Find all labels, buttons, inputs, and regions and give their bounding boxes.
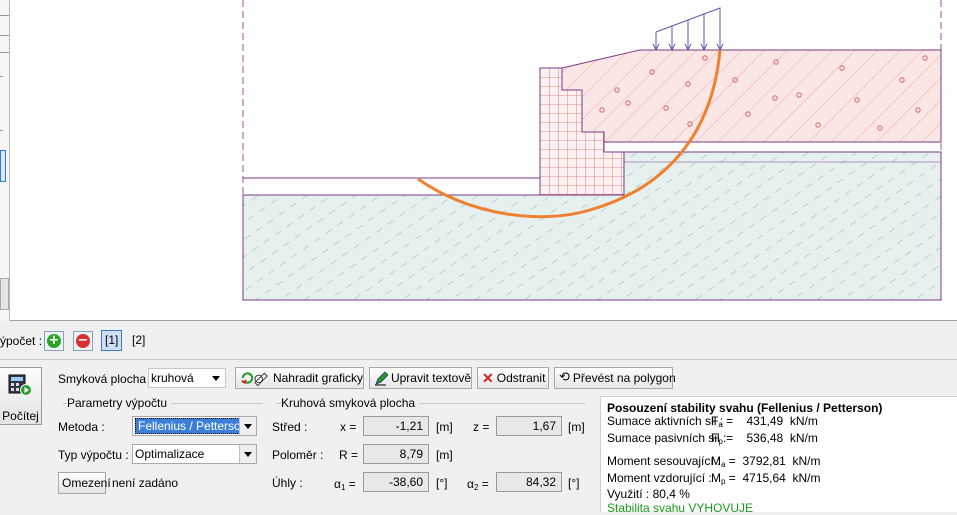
- remove-button[interactable]: ✕ Odstranit: [477, 367, 549, 389]
- stage-tab-2[interactable]: [2]: [128, 330, 149, 351]
- sliding-moment-row: Moment sesouvající :Ma = 3792,81 kN/m: [607, 455, 951, 472]
- remove-stage-button[interactable]: −: [73, 331, 93, 351]
- replace-graphically-label: Nahradit graficky: [273, 368, 363, 388]
- r-unit: [m]: [436, 448, 453, 462]
- edit-text-label: Upravit textově: [391, 368, 471, 388]
- r-label: R =: [339, 448, 358, 462]
- stability-verdict: Stabilita svahu VYHOVUJE: [607, 502, 951, 515]
- z-unit: [m]: [568, 420, 585, 434]
- alpha1-field[interactable]: -38,60: [363, 472, 429, 492]
- red-x-icon: ✕: [482, 371, 494, 385]
- z-label: z =: [473, 420, 489, 434]
- center-label: Střed :: [272, 420, 307, 434]
- calc-params-group: Parametry výpočtu: [62, 403, 262, 404]
- upper-soil-layer: [562, 50, 941, 142]
- chevron-down-icon: [208, 369, 225, 387]
- utilization-row: Využití : 80,4 %: [607, 488, 951, 502]
- alpha1-label: α1 =: [334, 477, 356, 492]
- radius-label: Poloměr :: [272, 448, 323, 462]
- convert-arrows-icon: ⟲: [559, 371, 570, 385]
- calculate-button[interactable]: Počítej: [0, 367, 42, 425]
- slip-surface-label: Smyková plocha :: [58, 372, 153, 386]
- calculator-run-icon: [8, 374, 32, 396]
- calc-params-title: Parametry výpočtu: [67, 396, 171, 410]
- alpha2-unit: [°]: [568, 476, 579, 490]
- add-stage-button[interactable]: +: [44, 331, 64, 351]
- remove-label: Odstranit: [497, 368, 546, 388]
- x-label: x =: [340, 420, 356, 434]
- slope-model-drawing: [0, 0, 957, 321]
- plus-icon: +: [47, 334, 61, 348]
- calc-type-value: Optimalizace: [135, 447, 204, 461]
- alpha2-field[interactable]: 84,32: [496, 472, 562, 492]
- center-x-field[interactable]: -1,21: [363, 416, 429, 436]
- slip-surface-value: kruhová: [151, 371, 194, 385]
- active-forces-row: Sumace aktivních sil :Fa = 431,49 kN/m: [607, 415, 951, 432]
- circle-group: Kruhová smyková plocha: [276, 403, 586, 404]
- angles-label: Úhly :: [272, 476, 303, 490]
- radius-field[interactable]: 8,79: [363, 444, 429, 464]
- left-tool-strip: [0, 0, 10, 321]
- method-label: Metoda :: [58, 420, 105, 434]
- alpha1-unit: [°]: [436, 476, 447, 490]
- replace-graphically-button[interactable]: Nahradit graficky: [235, 367, 364, 389]
- circle-group-title: Kruhová smyková plocha: [281, 396, 419, 410]
- resisting-moment-row: Moment vzdorující :Mp = 4715,64 kN/m: [607, 472, 951, 489]
- alpha2-label: α2 =: [467, 477, 489, 492]
- stage-label: ýpočet :: [0, 334, 42, 348]
- passive-forces-row: Sumace pasivních sil :Fp = 536,48 kN/m: [607, 432, 951, 449]
- center-z-field[interactable]: 1,67: [496, 416, 562, 436]
- calculate-button-label: Počítej: [0, 409, 41, 423]
- minus-icon: −: [76, 334, 90, 348]
- left-tool-button[interactable]: [0, 278, 9, 310]
- slip-surface-select[interactable]: kruhová: [148, 368, 226, 388]
- x-unit: [m]: [436, 420, 453, 434]
- convert-polygon-label: Převést na polygon: [573, 368, 676, 388]
- surcharge-load: [653, 8, 723, 50]
- results-panel: Posouzení stability svahu (Fellenius / P…: [600, 396, 957, 512]
- replace-graphic-icon: [240, 370, 270, 386]
- chevron-down-icon: [239, 445, 256, 463]
- edit-text-button[interactable]: Upravit textově: [369, 367, 472, 389]
- stage-tab-1[interactable]: [1]: [101, 330, 122, 351]
- limits-button[interactable]: Omezení: [58, 472, 106, 494]
- pencil-icon: [374, 370, 388, 386]
- left-tool-selected[interactable]: [0, 150, 6, 182]
- limits-value: není zadáno: [112, 476, 178, 490]
- method-select[interactable]: Fellenius / Petterson: [132, 416, 257, 436]
- calc-type-select[interactable]: Optimalizace: [132, 444, 257, 464]
- method-value: Fellenius / Petterson: [135, 418, 250, 434]
- chevron-down-icon: [239, 417, 256, 435]
- calc-type-label: Typ výpočtu :: [58, 448, 129, 462]
- results-title: Posouzení stability svahu (Fellenius / P…: [607, 401, 951, 415]
- convert-polygon-button[interactable]: ⟲ Převést na polygon: [554, 367, 673, 389]
- model-canvas[interactable]: [0, 0, 957, 321]
